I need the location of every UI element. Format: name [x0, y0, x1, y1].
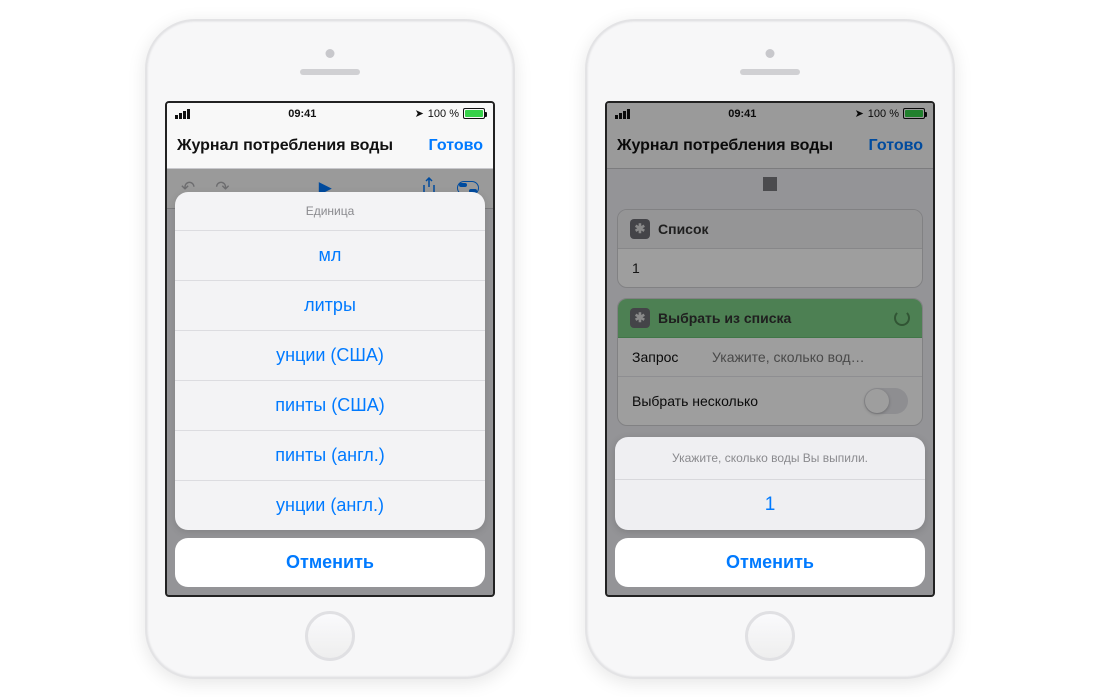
phone-camera	[326, 49, 335, 58]
done-button[interactable]: Готово	[429, 137, 483, 155]
cancel-button[interactable]: Отменить	[615, 538, 925, 587]
sheet-header: Единица	[175, 192, 485, 231]
unit-option[interactable]: пинты (англ.)	[175, 431, 485, 481]
nav-bar: Журнал потребления воды Готово	[167, 125, 493, 169]
phone-speaker	[300, 69, 360, 75]
action-sheet-2: Укажите, сколько воды Вы выпили. 1 Отмен…	[615, 437, 925, 587]
unit-option[interactable]: литры	[175, 281, 485, 331]
unit-option[interactable]: мл	[175, 231, 485, 281]
signal-icon	[175, 109, 190, 119]
phone-frame-2: 09:41 ➤ 100 % Журнал потребления воды Го…	[585, 19, 955, 679]
status-time: 09:41	[190, 108, 415, 120]
screen-2: 09:41 ➤ 100 % Журнал потребления воды Го…	[605, 101, 935, 597]
battery-percent: 100 %	[428, 108, 459, 120]
status-bar: 09:41 ➤ 100 %	[167, 103, 493, 125]
sheet-prompt: Укажите, сколько воды Вы выпили.	[615, 437, 925, 480]
location-icon: ➤	[415, 107, 424, 120]
phone-frame-1: 09:41 ➤ 100 % Журнал потребления воды Го…	[145, 19, 515, 679]
sheet-option[interactable]: 1	[615, 480, 925, 530]
battery-icon	[463, 108, 485, 119]
page-title: Журнал потребления воды	[177, 137, 429, 155]
unit-option[interactable]: унции (США)	[175, 331, 485, 381]
phone-camera	[766, 49, 775, 58]
unit-option[interactable]: унции (англ.)	[175, 481, 485, 530]
home-button[interactable]	[305, 611, 355, 661]
phone-speaker	[740, 69, 800, 75]
home-button[interactable]	[745, 611, 795, 661]
cancel-button[interactable]: Отменить	[175, 538, 485, 587]
unit-option[interactable]: пинты (США)	[175, 381, 485, 431]
action-sheet-1: Единица мл литры унции (США) пинты (США)…	[175, 192, 485, 587]
screen-1: 09:41 ➤ 100 % Журнал потребления воды Го…	[165, 101, 495, 597]
